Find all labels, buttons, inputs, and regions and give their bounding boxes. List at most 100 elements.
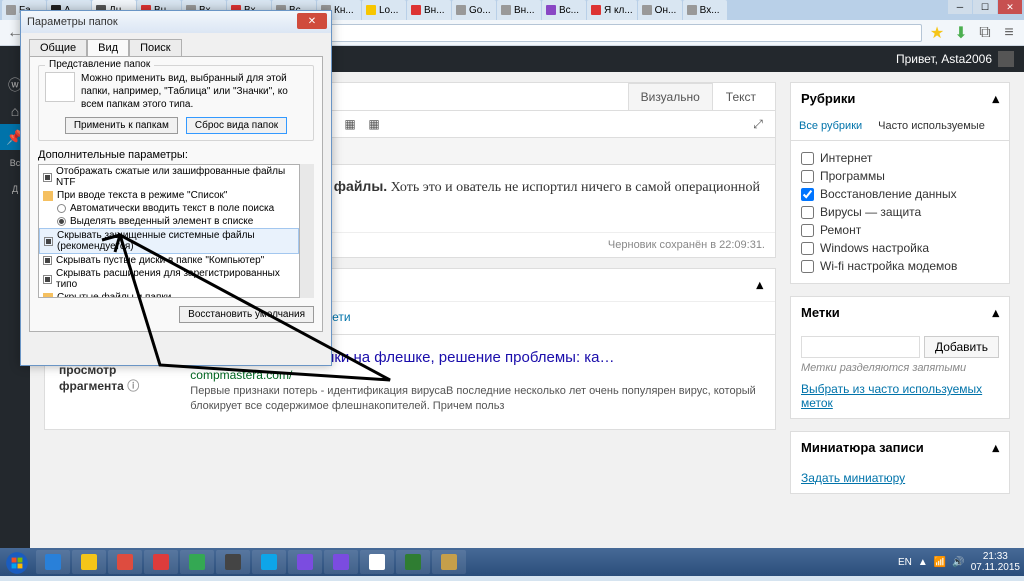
folder-icon — [45, 72, 75, 102]
taskbar-icon[interactable] — [36, 550, 70, 574]
category-item[interactable]: Интернет — [801, 149, 999, 167]
taskbar: EN ▲ 📶 🔊 21:33 07.11.2015 — [0, 548, 1024, 576]
language-indicator[interactable]: EN — [898, 557, 912, 568]
tree-item[interactable]: При вводе текста в режиме "Список" — [39, 189, 299, 202]
category-checkbox[interactable] — [801, 224, 814, 237]
browser-tab[interactable]: Я кл... — [587, 0, 637, 20]
browser-tab[interactable]: Вс... — [542, 0, 586, 20]
pick-tags-link[interactable]: Выбрать из часто используемых меток — [801, 382, 982, 410]
wp-greeting[interactable]: Привет, Asta2006 — [896, 52, 992, 66]
tree-item[interactable]: Скрытые файлы и папки — [39, 291, 299, 298]
checkbox-icon[interactable] — [44, 237, 53, 246]
tags-panel: Метки▴ Добавить Метки разделяются запяты… — [790, 296, 1010, 419]
taskbar-icon[interactable] — [432, 550, 466, 574]
category-checkbox[interactable] — [801, 152, 814, 165]
toolbar-toggle-icon[interactable]: ▦ — [365, 115, 383, 133]
radio-icon[interactable] — [57, 204, 66, 213]
help-icon[interactable]: ⓘ — [127, 379, 139, 393]
tray-icon[interactable]: ▲ — [918, 557, 928, 568]
advanced-tree[interactable]: Отображать сжатые или зашифрованные файл… — [38, 164, 300, 298]
taskbar-date[interactable]: 07.11.2015 — [971, 562, 1020, 573]
category-checkbox[interactable] — [801, 242, 814, 255]
taskbar-icon[interactable] — [396, 550, 430, 574]
snippet-url[interactable]: compmastera.com/ — [190, 368, 761, 382]
browser-tab[interactable]: Вн... — [497, 0, 541, 20]
category-checkbox[interactable] — [801, 260, 814, 273]
set-thumbnail-link[interactable]: Задать миниатюру — [801, 471, 905, 485]
category-checkbox[interactable] — [801, 206, 814, 219]
apply-to-folders-button[interactable]: Применить к папкам — [65, 117, 178, 134]
browser-tab[interactable]: Вн... — [407, 0, 451, 20]
tree-item[interactable]: Отображать сжатые или зашифрованные файл… — [39, 165, 299, 189]
tab-visual[interactable]: Визуально — [628, 83, 713, 110]
tree-item[interactable]: Выделять введенный элемент в списке — [39, 215, 299, 228]
panel-toggle-icon[interactable]: ▴ — [992, 91, 999, 107]
taskbar-icon[interactable] — [72, 550, 106, 574]
dialog-titlebar[interactable]: Параметры папок ✕ — [21, 11, 331, 33]
reset-folders-button[interactable]: Сброс вида папок — [186, 117, 287, 134]
start-button[interactable] — [4, 550, 34, 574]
category-checkbox[interactable] — [801, 188, 814, 201]
browser-tab[interactable]: Он... — [638, 0, 682, 20]
checkbox-icon[interactable] — [43, 173, 52, 182]
category-item[interactable]: Ремонт — [801, 221, 999, 239]
minimize-button[interactable]: ─ — [948, 0, 972, 14]
tag-input[interactable] — [801, 336, 920, 358]
extension-icon[interactable]: ⧉ — [976, 24, 994, 42]
tree-item[interactable]: Скрывать пустые диски в папке "Компьютер… — [39, 254, 299, 267]
group-label: Представление папок — [45, 59, 154, 70]
radio-icon[interactable] — [57, 217, 66, 226]
taskbar-icon[interactable] — [324, 550, 358, 574]
system-tray: EN ▲ 📶 🔊 21:33 07.11.2015 — [898, 551, 1020, 573]
download-icon[interactable]: ⬇ — [952, 24, 970, 42]
browser-tab[interactable]: Go... — [452, 0, 496, 20]
taskbar-icon[interactable] — [108, 550, 142, 574]
tree-item[interactable]: Скрывать расширения для зарегистрированн… — [39, 267, 299, 291]
tree-item[interactable]: Скрывать защищенные системные файлы (рек… — [39, 228, 299, 254]
taskbar-time[interactable]: 21:33 — [971, 551, 1020, 562]
snippet-desc[interactable]: Первые признаки потерь - идентификация в… — [190, 384, 761, 415]
category-checkbox[interactable] — [801, 170, 814, 183]
taskbar-icon[interactable] — [216, 550, 250, 574]
star-icon[interactable]: ★ — [928, 24, 946, 42]
folder-icon — [43, 191, 53, 201]
tree-item[interactable]: Автоматически вводить текст в поле поиск… — [39, 202, 299, 215]
checkbox-icon[interactable] — [43, 256, 52, 265]
panel-toggle-icon[interactable]: ▴ — [992, 305, 999, 321]
category-item[interactable]: Восстановление данных — [801, 185, 999, 203]
network-icon[interactable]: 📶 — [934, 557, 946, 568]
restore-defaults-button[interactable]: Восстановить умолчания — [179, 306, 314, 323]
dialog-tab-general[interactable]: Общие — [29, 39, 87, 56]
dialog-tab-search[interactable]: Поиск — [129, 39, 181, 56]
tab-text[interactable]: Текст — [713, 83, 769, 110]
close-button[interactable]: ✕ — [998, 0, 1022, 14]
categories-tab-all[interactable]: Все рубрики — [791, 114, 870, 140]
category-item[interactable]: Программы — [801, 167, 999, 185]
scrollbar[interactable] — [300, 164, 314, 298]
checkbox-icon[interactable] — [43, 275, 52, 284]
taskbar-icon[interactable] — [252, 550, 286, 574]
maximize-button[interactable]: ☐ — [973, 0, 997, 14]
dialog-tab-view[interactable]: Вид — [87, 39, 129, 56]
fullscreen-icon[interactable]: ⤢ — [749, 115, 767, 133]
more-icon[interactable]: ▦ — [341, 115, 359, 133]
taskbar-icon[interactable] — [144, 550, 178, 574]
category-item[interactable]: Вирусы — защита — [801, 203, 999, 221]
taskbar-icon[interactable] — [288, 550, 322, 574]
panel-toggle-icon[interactable]: ▴ — [992, 440, 999, 456]
category-item[interactable]: Wi-fi настройка модемов — [801, 257, 999, 275]
add-tag-button[interactable]: Добавить — [924, 336, 999, 358]
folder-options-dialog: Параметры папок ✕ Общие Вид Поиск Предст… — [20, 10, 332, 366]
metabox-toggle-icon[interactable]: ▴ — [756, 277, 763, 293]
dialog-close-button[interactable]: ✕ — [297, 13, 327, 29]
taskbar-icon[interactable] — [360, 550, 394, 574]
browser-tab[interactable]: Вх... — [683, 0, 727, 20]
browser-tab[interactable]: Lo... — [362, 0, 406, 20]
menu-icon[interactable]: ≡ — [1000, 24, 1018, 42]
taskbar-icon[interactable] — [180, 550, 214, 574]
categories-tab-used[interactable]: Часто используемые — [870, 114, 993, 140]
avatar[interactable] — [998, 51, 1014, 67]
folder-text: Можно применить вид, выбранный для этой … — [81, 72, 307, 111]
volume-icon[interactable]: 🔊 — [952, 557, 964, 568]
category-item[interactable]: Windows настройка — [801, 239, 999, 257]
